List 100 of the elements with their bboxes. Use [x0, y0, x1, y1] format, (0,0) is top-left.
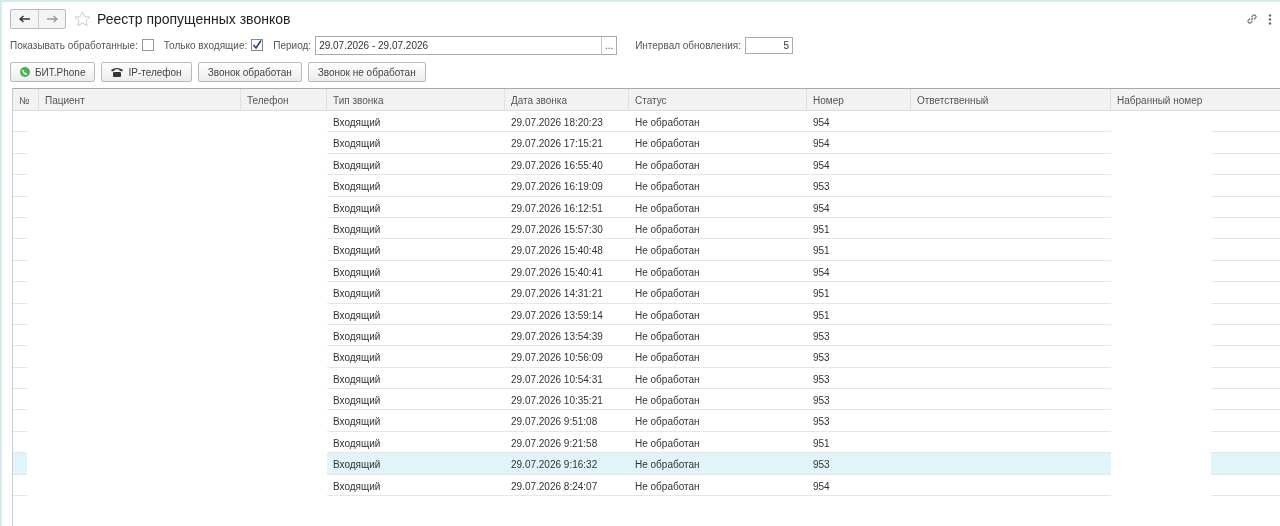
- table-cell: Не обработан: [629, 239, 807, 261]
- refresh-interval-field[interactable]: 5: [744, 36, 793, 54]
- table-cell: Не обработан: [629, 132, 807, 154]
- table-cell: 954: [807, 111, 911, 133]
- field-label: Показывать обработанные:: [10, 39, 138, 51]
- table-cell: 29.07.2026 15:40:48: [505, 239, 629, 261]
- table-cell: Входящий: [327, 196, 505, 218]
- forward-arrow-icon: [46, 15, 58, 23]
- column-header[interactable]: Дата звонка: [505, 89, 629, 110]
- column-header[interactable]: Телефон: [241, 89, 327, 110]
- column-header[interactable]: Пациент: [39, 89, 241, 110]
- table-cell: 29.07.2026 16:19:09: [505, 175, 629, 197]
- table-cell: Не обработан: [629, 474, 807, 497]
- table-cell: 951: [807, 217, 911, 240]
- table-cell: 29.07.2026 13:54:39: [505, 324, 629, 347]
- table-row[interactable]: Входящий 29.07.2026 16:19:09 Не обработан 953: [13, 175, 1280, 197]
- table-cell: Входящий: [327, 453, 505, 475]
- field-label: Период:: [273, 39, 312, 51]
- checkbox[interactable]: [251, 39, 264, 51]
- table-cell: Не обработан: [629, 175, 807, 197]
- table-row[interactable]: Входящий 29.07.2026 16:55:40 Не обработан 954: [13, 153, 1280, 176]
- toolbar-button[interactable]: Звонок не обработан: [307, 62, 426, 82]
- table-cell: Не обработан: [629, 346, 807, 368]
- table-row[interactable]: Входящий 29.07.2026 16:12:51 Не обработан 954: [13, 196, 1280, 218]
- column-header[interactable]: Номер: [807, 89, 911, 110]
- table-cell: 951: [807, 303, 911, 325]
- link-icon[interactable]: [1246, 13, 1258, 25]
- column-header[interactable]: Статус: [629, 89, 807, 110]
- field-label: Интервал обновления:: [635, 39, 741, 51]
- table-cell: 954: [807, 153, 911, 176]
- table-row[interactable]: Входящий 29.07.2026 8:24:07 Не обработан 954: [13, 474, 1280, 497]
- table-row[interactable]: Входящий 29.07.2026 9:51:08 Не обработан 953: [13, 410, 1280, 432]
- table-cell: 953: [807, 410, 911, 432]
- table-cell: 29.07.2026 9:51:08: [505, 410, 629, 432]
- table-cell: Не обработан: [629, 111, 807, 133]
- table-cell: Не обработан: [629, 282, 807, 304]
- table-cell: Не обработан: [629, 153, 807, 176]
- table-row[interactable]: Входящий 29.07.2026 10:54:31 Не обработан 953: [13, 367, 1280, 390]
- table-cell: Не обработан: [629, 303, 807, 325]
- table-cell: 953: [807, 175, 911, 197]
- more-icon[interactable]: [1268, 13, 1272, 25]
- toolbar-button[interactable]: IP-телефон: [101, 62, 192, 82]
- toolbar-button[interactable]: БИТ.Phone: [10, 62, 96, 82]
- checkbox[interactable]: [141, 39, 154, 51]
- table-cell: Входящий: [327, 346, 505, 368]
- table-row[interactable]: Входящий 29.07.2026 13:59:14 Не обработан 951: [13, 303, 1280, 325]
- window-title: Реестр пропущенных звонков: [97, 11, 291, 27]
- table-row[interactable]: Входящий 29.07.2026 15:57:30 Не обработан 951: [13, 217, 1280, 240]
- table-cell: Входящий: [327, 175, 505, 197]
- table-cell: 954: [807, 474, 911, 497]
- table-cell: 29.07.2026 10:35:21: [505, 389, 629, 411]
- table-cell: Входящий: [327, 474, 505, 497]
- table-row[interactable]: Входящий 29.07.2026 15:40:41 Не обработан 954: [13, 260, 1280, 283]
- table-cell: 29.07.2026 10:54:31: [505, 367, 629, 390]
- table-cell: 29.07.2026 18:20:23: [505, 111, 629, 133]
- table-cell: 29.07.2026 8:24:07: [505, 474, 629, 497]
- table-row[interactable]: Входящий 29.07.2026 13:54:39 Не обработан 953: [13, 324, 1280, 347]
- table-cell: 953: [807, 453, 911, 475]
- table-cell: 954: [807, 132, 911, 154]
- table-cell: Входящий: [327, 367, 505, 390]
- table-cell: Не обработан: [629, 389, 807, 411]
- table-cell: 29.07.2026 15:40:41: [505, 260, 629, 283]
- table-cell: 954: [807, 260, 911, 283]
- table-row[interactable]: Входящий 29.07.2026 10:35:21 Не обработан 953: [13, 389, 1280, 411]
- phone-icon: [20, 67, 30, 77]
- table-cell: Входящий: [327, 132, 505, 154]
- table-row[interactable]: Входящий 29.07.2026 9:16:32 Не обработан 953: [13, 453, 1280, 475]
- table-cell: 29.07.2026 9:16:32: [505, 453, 629, 475]
- table-cell: Не обработан: [629, 217, 807, 240]
- table-cell: 953: [807, 324, 911, 347]
- table-row[interactable]: Входящий 29.07.2026 18:20:23 Не обработан 954: [13, 111, 1280, 133]
- table-row[interactable]: Входящий 29.07.2026 15:40:48 Не обработан 951: [13, 239, 1280, 261]
- table-cell: 953: [807, 389, 911, 411]
- table-row[interactable]: Входящий 29.07.2026 17:15:21 Не обработан 954: [13, 132, 1280, 154]
- column-header[interactable]: Набранный номер: [1111, 89, 1280, 110]
- table-cell: 29.07.2026 14:31:21: [505, 282, 629, 304]
- table-cell: Входящий: [327, 389, 505, 411]
- table-cell: Входящий: [327, 410, 505, 432]
- back-arrow-icon: [19, 15, 30, 23]
- column-header[interactable]: Ответственный: [911, 89, 1111, 110]
- table-cell: [13, 453, 27, 475]
- table-cell: 954: [807, 196, 911, 218]
- table-cell: Входящий: [327, 324, 505, 347]
- table-row[interactable]: Входящий 29.07.2026 14:31:21 Не обработан 951: [13, 282, 1280, 304]
- table-cell: Не обработан: [629, 196, 807, 218]
- table-cell: Входящий: [327, 111, 505, 133]
- toolbar-button[interactable]: Звонок обработан: [197, 62, 302, 82]
- table-row[interactable]: Входящий 29.07.2026 10:56:09 Не обработан 953: [13, 346, 1280, 368]
- table-cell: Не обработан: [629, 410, 807, 432]
- column-header[interactable]: Тип звонка: [327, 89, 505, 110]
- table-cell: 951: [807, 239, 911, 261]
- table-cell: Входящий: [327, 282, 505, 304]
- table-cell: 29.07.2026 13:59:14: [505, 303, 629, 325]
- column-header[interactable]: №: [13, 89, 39, 110]
- period-field[interactable]: 29.07.2026 - 29.07.2026 ...: [315, 35, 618, 55]
- table-cell: Входящий: [327, 153, 505, 176]
- table-cell: 29.07.2026 15:57:30: [505, 217, 629, 240]
- table-cell: 29.07.2026 16:55:40: [505, 153, 629, 176]
- table-cell: Входящий: [327, 239, 505, 261]
- star-icon[interactable]: [74, 11, 91, 27]
